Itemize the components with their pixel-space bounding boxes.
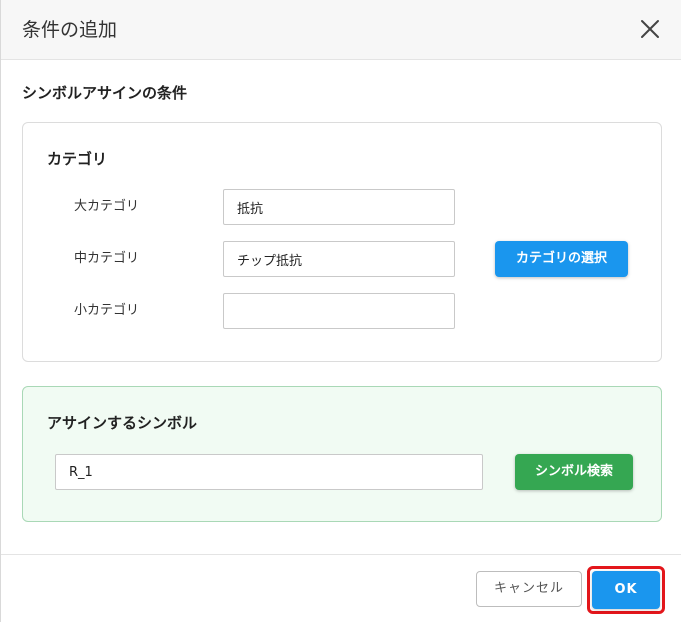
assign-symbol-title: アサインするシンボル: [47, 414, 198, 432]
symbol-search-button[interactable]: シンボル検索: [515, 454, 633, 490]
small-category-label: 小カテゴリ: [74, 303, 140, 318]
close-button[interactable]: [638, 17, 662, 41]
medium-category-input[interactable]: [223, 241, 455, 277]
close-icon: [641, 20, 659, 38]
select-category-button[interactable]: カテゴリの選択: [495, 241, 628, 277]
category-card: カテゴリ 大カテゴリ 中カテゴリ 小カテゴリ カテゴリの選択: [22, 122, 662, 362]
large-category-input[interactable]: [223, 189, 455, 225]
section-title: シンボルアサインの条件: [22, 84, 188, 102]
medium-category-label: 中カテゴリ: [74, 251, 140, 266]
cancel-button[interactable]: キャンセル: [476, 571, 582, 607]
symbol-input[interactable]: [55, 454, 483, 490]
add-condition-dialog: 条件の追加 シンボルアサインの条件 カテゴリ 大カテゴリ 中カテゴリ 小カテゴリ…: [0, 0, 681, 622]
small-category-input[interactable]: [223, 293, 455, 329]
ok-button[interactable]: OK: [592, 571, 660, 609]
category-card-title: カテゴリ: [47, 150, 108, 168]
assign-symbol-card: アサインするシンボル シンボル検索: [22, 386, 662, 522]
large-category-label: 大カテゴリ: [74, 199, 140, 214]
dialog-header: 条件の追加: [1, 0, 681, 60]
dialog-title: 条件の追加: [22, 19, 118, 41]
